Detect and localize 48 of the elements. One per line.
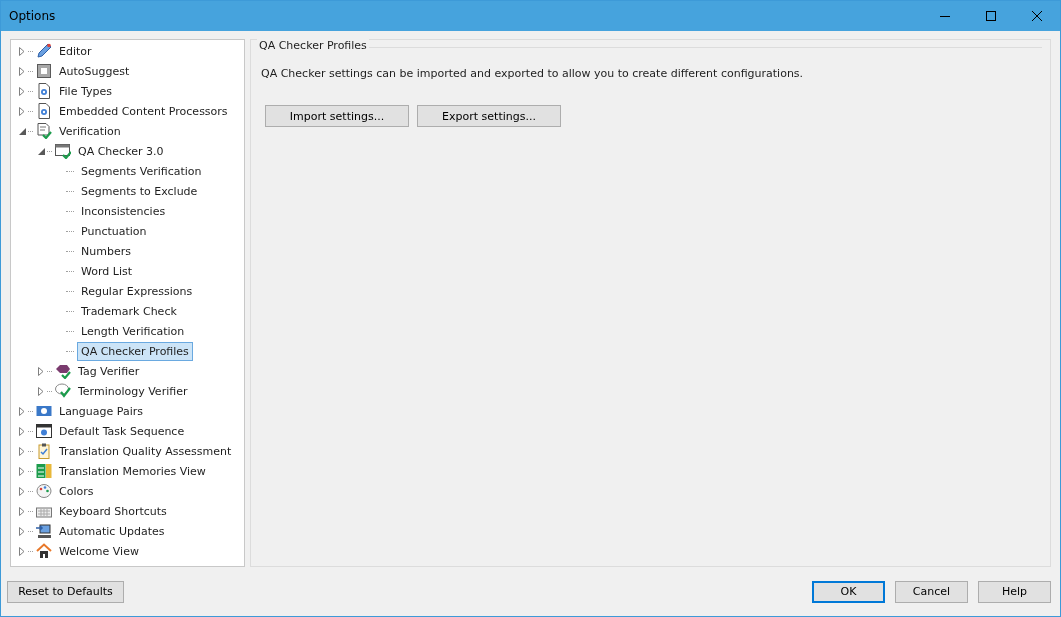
reset-button[interactable]: Reset to Defaults [7, 580, 124, 603]
tree-item[interactable]: Verification [55, 121, 125, 141]
close-icon [1032, 11, 1042, 21]
clipboard-check-icon [36, 443, 52, 459]
speech-check-icon [55, 383, 71, 399]
tree-item[interactable]: Translation Memories View [55, 461, 210, 481]
group-title: QA Checker Profiles [257, 39, 369, 52]
tree-item[interactable]: AutoSuggest [55, 61, 134, 81]
home-icon [36, 543, 52, 559]
description-text: QA Checker settings can be imported and exported to allow you to create different configurations. [261, 67, 805, 80]
tree-item[interactable]: Automatic Updates [55, 521, 169, 541]
window-title: Options [9, 9, 57, 23]
dialog-button[interactable]: OK [812, 580, 885, 603]
tree-item[interactable]: Punctuation [77, 221, 151, 241]
tree-item[interactable]: File Types [55, 81, 116, 101]
tree-item[interactable]: Regular Expressions [77, 281, 197, 301]
tree-item[interactable]: Tag Verifier [74, 361, 144, 381]
export-button[interactable]: Export settings... [417, 105, 561, 127]
tree-item[interactable]: Inconsistencies [77, 201, 170, 221]
tree-item[interactable]: QA Checker Profiles [77, 341, 193, 361]
palette-icon [36, 483, 52, 499]
tree-item[interactable]: Keyboard Shortcuts [55, 501, 171, 521]
tree-item[interactable]: Welcome View [55, 541, 143, 561]
tree-item[interactable]: Trademark Check [77, 301, 181, 321]
import-button[interactable]: Import settings... [265, 105, 409, 127]
checked-document-icon [36, 123, 52, 139]
tag-check-icon [55, 363, 71, 379]
tree-item[interactable]: Segments to Exclude [77, 181, 202, 201]
checked-window-icon [55, 143, 71, 159]
tree-item[interactable]: Length Verification [77, 321, 189, 341]
tree-item[interactable]: Language Pairs [55, 401, 147, 421]
tree-item[interactable]: Colors [55, 481, 98, 501]
tree-item[interactable]: Editor [55, 41, 96, 61]
tree-item[interactable]: Default Task Sequence [55, 421, 189, 441]
tree-item[interactable]: Embedded Content Processors [55, 101, 232, 121]
tree-item[interactable]: Segments Verification [77, 161, 206, 181]
computer-arrow-icon [36, 523, 52, 539]
tree-item[interactable]: Word List [77, 261, 136, 281]
maximize-icon [986, 11, 996, 21]
tree-item[interactable]: Numbers [77, 241, 135, 261]
dialog-button[interactable]: Cancel [895, 580, 968, 603]
pencil-icon [36, 43, 52, 59]
square-icon [36, 63, 52, 79]
tree-item[interactable]: Translation Quality Assessment [55, 441, 236, 461]
tree-item[interactable]: QA Checker 3.0 [74, 141, 168, 161]
database-icon [36, 463, 52, 479]
dialog-button[interactable]: Help [978, 580, 1051, 603]
tree-item[interactable]: Terminology Verifier [74, 381, 192, 401]
